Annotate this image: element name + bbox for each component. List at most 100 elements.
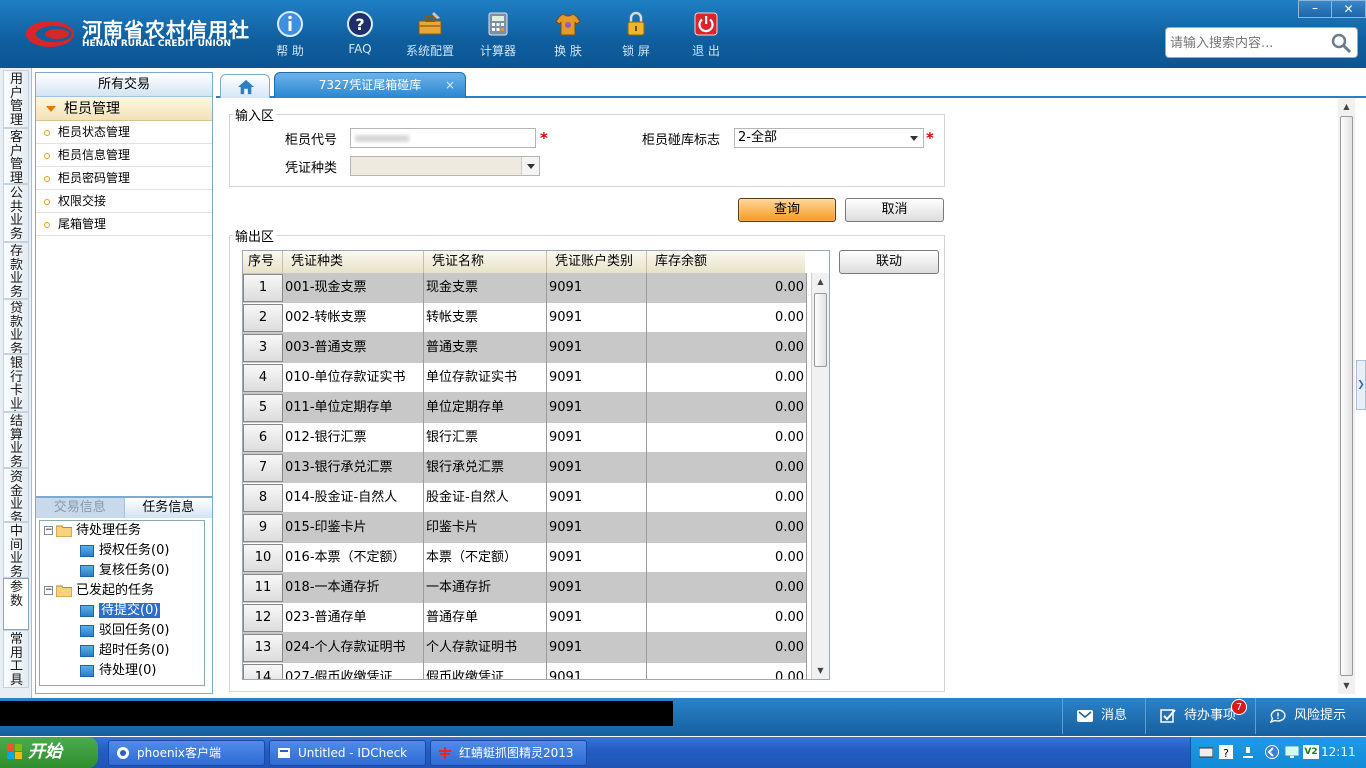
table-row[interactable]: 5 011-单位定期存单 单位定期存单 9091 0.00 (243, 393, 807, 423)
vnav-user-management[interactable]: 用户管理 (3, 70, 29, 128)
table-row[interactable]: 11 018-一本通存折 一本通存折 9091 0.00 (243, 573, 807, 603)
menu-item-tail-box[interactable]: 尾箱管理 (36, 213, 212, 236)
grid-scrollbar[interactable]: ▲ ▼ (811, 273, 829, 679)
collapse-toggle-icon[interactable]: − (44, 586, 53, 595)
display-icon[interactable] (1285, 745, 1299, 759)
messages-label: 消息 (1101, 708, 1128, 723)
module-nav: 用户管理 客户管理 公共业务 存款业务 贷款业务 银行卡业务 结算业务 资金业务… (0, 68, 32, 698)
column-header-account-category[interactable]: 凭证账户类别 (547, 251, 647, 273)
table-row[interactable]: 4 010-单位存款证实书 单位存款证实书 9091 0.00 (243, 363, 807, 393)
tab-task-info[interactable]: 任务信息 (123, 498, 212, 518)
risk-alert-button[interactable]: 风险提示 (1255, 698, 1366, 734)
tree-task-node[interactable]: 待提交(0) (80, 601, 162, 621)
exit-button[interactable]: 退 出 (674, 8, 738, 60)
table-row[interactable]: 14 027-假币收缴凭证 假币收缴凭证 9091 0.00 (243, 663, 807, 679)
faq-button[interactable]: ? FAQ (328, 8, 392, 60)
tab-home[interactable] (220, 74, 270, 98)
tab-voucher-tailbox-check[interactable]: 7327凭证尾箱碰库 × (274, 72, 466, 98)
table-row[interactable]: 10 016-本票（不定额） 本票（不定额） 9091 0.00 (243, 543, 807, 573)
keyboard-icon[interactable] (1199, 745, 1213, 759)
voucher-type-select[interactable] (350, 156, 540, 176)
vnav-parameters[interactable]: 参数 (3, 578, 29, 630)
back-arrow-icon[interactable] (1265, 745, 1279, 759)
page-scrollbar[interactable]: ▲ ▼ (1338, 98, 1355, 694)
vnav-common-tools[interactable]: 常用工具 (3, 630, 29, 688)
lock-screen-button[interactable]: 锁 屏 (604, 8, 668, 60)
system-config-button[interactable]: 系统配置 (398, 8, 462, 60)
tree-task-node[interactable]: 超时任务(0) (80, 641, 169, 661)
menu-item-teller-password[interactable]: 柜员密码管理 (36, 167, 212, 190)
grid-scroll-thumb[interactable] (814, 293, 827, 367)
messages-button[interactable]: 消息 (1062, 698, 1155, 734)
tree-task-node[interactable]: 授权任务(0) (80, 541, 169, 561)
vnav-deposit-business[interactable]: 存款业务 (3, 242, 29, 299)
clock[interactable]: 12:11 (1321, 737, 1356, 768)
calculator-button[interactable]: 计算器 (466, 8, 530, 60)
scroll-up-icon[interactable]: ▲ (812, 273, 829, 290)
column-header-stock-balance[interactable]: 库存余额 (647, 251, 807, 273)
help-button[interactable]: 帮 助 (258, 8, 322, 60)
tree-task-node[interactable]: 驳回任务(0) (80, 621, 169, 641)
collapse-panel-icon[interactable]: ❯ (1356, 360, 1366, 410)
start-button[interactable]: 开始 (0, 737, 98, 768)
column-header-index[interactable]: 序号 (243, 251, 283, 273)
taskbar-screenshot-tool[interactable]: 红蜻蜓抓图精灵2013 (430, 740, 587, 766)
link-button[interactable]: 联动 (839, 250, 939, 274)
scroll-down-icon[interactable]: ▼ (812, 662, 829, 679)
tree-folder-node[interactable]: − 待处理任务 (44, 521, 141, 541)
vnav-loan-business[interactable]: 贷款业务 (3, 299, 29, 354)
tab-bar: 7327凭证尾箱碰库 × (216, 72, 1366, 98)
query-button[interactable]: 查询 (738, 198, 836, 222)
help-tray-icon[interactable]: ? (1219, 745, 1233, 759)
search-input[interactable] (1170, 33, 1330, 53)
collapse-toggle-icon[interactable]: − (44, 526, 53, 535)
column-header-voucher-type[interactable]: 凭证种类 (283, 251, 424, 273)
vnav-settlement-business[interactable]: 结算业务 (3, 412, 29, 468)
tree-task-node[interactable]: 待处理(0) (80, 661, 156, 681)
table-row[interactable]: 7 013-银行承兑汇票 银行承兑汇票 9091 0.00 (243, 453, 807, 483)
network-icon[interactable] (1241, 745, 1255, 759)
table-row[interactable]: 9 015-印鉴卡片 印鉴卡片 9091 0.00 (243, 513, 807, 543)
page-scroll-thumb[interactable] (1340, 116, 1353, 676)
vnav-customer-management[interactable]: 客户管理 (3, 128, 29, 184)
tab-trade-info[interactable]: 交易信息 (36, 498, 124, 518)
chevron-down-icon[interactable] (905, 129, 923, 147)
voucher-type-cell: 010-单位存款证实书 (283, 363, 424, 393)
cancel-button[interactable]: 取消 (845, 198, 944, 222)
table-row[interactable]: 12 023-普通存单 普通存单 9091 0.00 (243, 603, 807, 633)
teller-code-field[interactable] (350, 128, 536, 148)
table-row[interactable]: 13 024-个人存款证明书 个人存款证明书 9091 0.00 (243, 633, 807, 663)
window-minimize-button[interactable]: – (1298, 0, 1332, 18)
menu-item-teller-status[interactable]: 柜员状态管理 (36, 121, 212, 144)
window-close-button[interactable]: ✕ (1331, 0, 1366, 18)
menu-item-teller-info[interactable]: 柜员信息管理 (36, 144, 212, 167)
tree-task-node[interactable]: 复核任务(0) (80, 561, 169, 581)
vnav-public-business[interactable]: 公共业务 (3, 184, 29, 242)
taskbar-phoenix-client[interactable]: phoenix客户端 (108, 740, 265, 766)
teller-check-flag-select[interactable]: 2-全部 (734, 128, 924, 148)
chevron-down-icon[interactable] (521, 157, 539, 175)
menu-item-permission-handover[interactable]: 权限交接 (36, 190, 212, 213)
account-category-cell: 9091 (547, 453, 647, 483)
menu-header[interactable]: 所有交易 (36, 73, 212, 97)
page-scroll-up-icon[interactable]: ▲ (1338, 98, 1355, 115)
vnav-fund-business[interactable]: 资金业务 (3, 468, 29, 522)
change-skin-button[interactable]: 换 肤 (536, 8, 600, 60)
table-row[interactable]: 1 001-现金支票 现金支票 9091 0.00 (243, 273, 807, 303)
tab-close-icon[interactable]: × (445, 73, 455, 97)
vpn-tray-icon[interactable]: V2 (1303, 745, 1319, 759)
column-header-voucher-name[interactable]: 凭证名称 (424, 251, 547, 273)
menu-group-teller[interactable]: 柜员管理 (36, 97, 212, 121)
table-row[interactable]: 3 003-普通支票 普通支票 9091 0.00 (243, 333, 807, 363)
table-row[interactable]: 8 014-股金证-自然人 股金证-自然人 9091 0.00 (243, 483, 807, 513)
vnav-card-business[interactable]: 银行卡业务 (3, 354, 29, 412)
page-scroll-down-icon[interactable]: ▼ (1338, 677, 1355, 694)
table-row[interactable]: 2 002-转帐支票 转帐支票 9091 0.00 (243, 303, 807, 333)
taskbar-idcheck[interactable]: Untitled - IDCheck (269, 740, 426, 766)
table-row[interactable]: 6 012-银行汇票 银行汇票 9091 0.00 (243, 423, 807, 453)
search-icon[interactable] (1330, 32, 1352, 54)
voucher-name-cell: 现金支票 (424, 273, 547, 303)
voucher-name-cell: 普通支票 (424, 333, 547, 363)
vnav-intermediary-business[interactable]: 中间业务 (3, 522, 29, 578)
tree-folder-node[interactable]: − 已发起的任务 (44, 581, 154, 601)
